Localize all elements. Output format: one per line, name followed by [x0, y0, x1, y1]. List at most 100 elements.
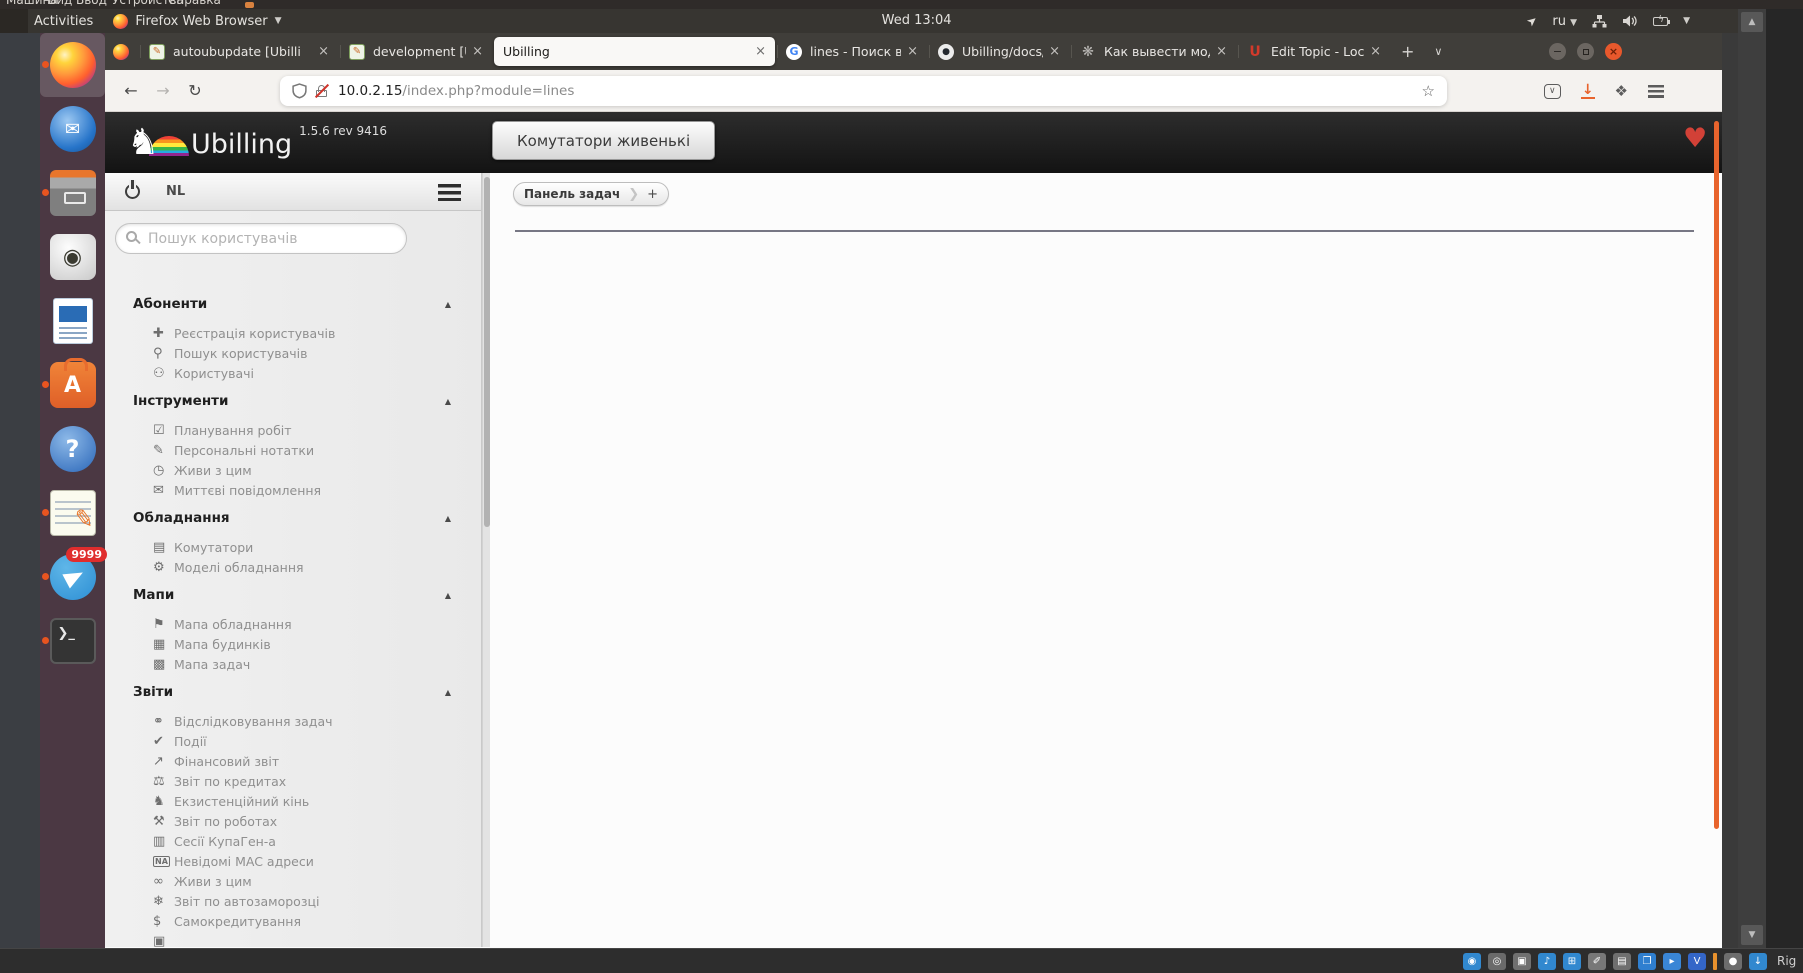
menu-item[interactable]: ↗ Фінансовий звіт — [105, 751, 481, 771]
insecure-lock-icon[interactable] — [314, 83, 330, 99]
terminal-dock-icon[interactable]: ❯_ — [40, 609, 105, 673]
menu-item[interactable]: ⚲ Пошук користувачів — [105, 343, 481, 363]
menu-item-partial[interactable]: ▣ — [105, 931, 481, 948]
scroll-down-icon[interactable]: ▼ — [1741, 925, 1763, 945]
menu-item[interactable]: ♞ Екзистенційний кінь — [105, 791, 481, 811]
firefox-dock-icon[interactable] — [40, 33, 105, 97]
url-bar[interactable]: 10.0.2.15/index.php?module=lines ☆ — [280, 76, 1447, 106]
ubilling-logo[interactable]: ♞ — [127, 120, 189, 166]
file-cabinet-dock-icon[interactable] — [40, 161, 105, 225]
menu-item[interactable]: ▤ Комутатори — [105, 537, 481, 557]
bookmark-star-icon[interactable]: ☆ — [1422, 82, 1435, 100]
tab-close-icon[interactable]: × — [1049, 44, 1060, 59]
tab-6[interactable]: U Edit Topic - Local × — [1238, 37, 1390, 66]
shared-folder-icon[interactable]: ▤ — [1613, 952, 1631, 970]
shield-icon[interactable] — [292, 83, 307, 99]
heart-icon[interactable]: ♥ — [1683, 123, 1707, 154]
menu-item[interactable]: ▩ Мапа задач — [105, 654, 481, 674]
tab-close-icon[interactable]: × — [755, 44, 766, 59]
menu-item[interactable]: ▥ Сесії КупаГен-а — [105, 831, 481, 851]
sidebar-menu-icon[interactable] — [438, 184, 461, 201]
switches-alive-button[interactable]: Комутатори живенькі — [492, 121, 716, 160]
display-icon[interactable]: ❐ — [1638, 952, 1656, 970]
thunderbird-dock-icon[interactable]: ✉ — [40, 97, 105, 161]
section-header-4[interactable]: Звіти ▲ — [105, 684, 481, 702]
logout-power-icon[interactable] — [125, 180, 140, 199]
menu-item[interactable]: ⚇ Користувачі — [105, 363, 481, 383]
close-window-button[interactable]: × — [1605, 43, 1622, 60]
notes-dock-icon[interactable]: ✎ — [40, 481, 105, 545]
harddisk-icon[interactable]: ◉ — [1463, 952, 1481, 970]
menu-item[interactable]: ⚙ Моделі обладнання — [105, 557, 481, 577]
tab-4[interactable]: ● Ubilling/docs/dumps × — [929, 37, 1069, 66]
new-tab-button[interactable]: + — [1391, 42, 1424, 61]
telegram-dock-icon[interactable]: 9999 — [40, 545, 107, 609]
network-icon[interactable]: ⊞ — [1563, 952, 1581, 970]
audio-icon[interactable]: ♪ — [1538, 952, 1556, 970]
menu-item[interactable]: $ Самокредитування — [105, 911, 481, 931]
menu-item[interactable]: ⚑ Мапа обладнання — [105, 614, 481, 634]
mouse-integration-icon[interactable]: ● — [1724, 952, 1742, 970]
tab-2[interactable]: Ubilling × — [494, 37, 775, 66]
extensions-icon[interactable]: ❖ — [1615, 82, 1628, 100]
menu-item[interactable]: ❄ Звіт по автозаморозці — [105, 891, 481, 911]
current-user-label[interactable]: NL — [166, 184, 185, 199]
vbox-features-icon[interactable]: V — [1688, 952, 1706, 970]
vbox-menu-4[interactable]: Справка — [168, 0, 221, 7]
section-header-0[interactable]: Абоненти ▲ — [105, 296, 481, 314]
vbox-menu-1[interactable]: Вид — [48, 0, 72, 7]
tab-close-icon[interactable]: × — [907, 44, 918, 59]
section-header-1[interactable]: Інструменти ▲ — [105, 393, 481, 411]
tab-close-icon[interactable]: × — [318, 44, 329, 59]
add-tab-button[interactable]: + — [647, 187, 658, 202]
menu-item[interactable]: ✉ Миттєві повідомлення — [105, 480, 481, 500]
keyboard-layout-indicator[interactable]: ru ▼ — [1552, 14, 1577, 29]
menu-item[interactable]: ✎ Персональні нотатки — [105, 440, 481, 460]
help-dock-icon[interactable]: ? — [40, 417, 105, 481]
usb-icon[interactable]: ✐ — [1588, 952, 1606, 970]
maximize-button[interactable] — [1577, 43, 1594, 60]
activities-button[interactable]: Activities — [28, 14, 105, 29]
menu-item[interactable]: ∞ Живи з цим — [105, 871, 481, 891]
firefox-view-button[interactable] — [113, 43, 129, 60]
menu-item[interactable]: NA Невідомі MAC адреси — [105, 851, 481, 871]
tab-5[interactable]: ❋ Как вывести модуль × — [1071, 37, 1236, 66]
list-tabs-button[interactable]: ∨ — [1424, 45, 1452, 58]
rhythmbox-dock-icon[interactable]: ◉ — [40, 225, 105, 289]
minimize-button[interactable]: − — [1549, 43, 1566, 60]
tab-0[interactable]: ✎ autoubupdate [Ubilli × — [140, 37, 338, 66]
keyboard-capture-icon[interactable]: ↓ — [1749, 952, 1767, 970]
menu-item[interactable]: ▦ Мапа будинків — [105, 634, 481, 654]
vbox-vertical-scrollbar[interactable]: ▲ ▼ — [1738, 9, 1766, 948]
task-panel-tab[interactable]: Панель задач ❯ + — [513, 182, 670, 206]
menu-item[interactable]: ✔ Події — [105, 731, 481, 751]
app-menu-button[interactable]: Firefox Web Browser ▼ — [105, 13, 289, 29]
sidebar-scrollbar[interactable] — [482, 173, 490, 947]
back-button[interactable]: ← — [115, 81, 147, 100]
user-search-input[interactable] — [115, 223, 407, 254]
clock[interactable]: Wed 13:04 — [882, 13, 952, 28]
vbox-menu-2[interactable]: Ввод — [76, 0, 107, 7]
pocket-icon[interactable]: ∨ — [1543, 83, 1561, 99]
menu-item[interactable]: ◷ Живи з цим — [105, 460, 481, 480]
tab-1[interactable]: ✎ development [Ubillin × — [340, 37, 492, 66]
menu-item[interactable]: ✚ Реєстрація користувачів — [105, 323, 481, 343]
recording-icon[interactable]: ▸ — [1663, 952, 1681, 970]
tab-close-icon[interactable]: × — [1370, 44, 1381, 59]
page-scrollbar-thumb[interactable] — [1714, 121, 1719, 829]
tab-3[interactable]: Glines - Поиск в Googl × — [777, 37, 927, 66]
section-header-2[interactable]: Обладнання ▲ — [105, 510, 481, 528]
tab-close-icon[interactable]: × — [1216, 44, 1227, 59]
floppy-icon[interactable]: ▣ — [1513, 952, 1531, 970]
tab-close-icon[interactable]: × — [472, 44, 483, 59]
downloads-icon[interactable]: ↓ — [1580, 83, 1595, 99]
menu-item[interactable]: ☑ Планування робіт — [105, 420, 481, 440]
software-center-dock-icon[interactable]: A — [40, 353, 105, 417]
menu-item[interactable]: ⚖ Звіт по кредитах — [105, 771, 481, 791]
menu-item[interactable]: ⚒ Звіт по роботах — [105, 811, 481, 831]
cd-icon[interactable]: ◎ — [1488, 952, 1506, 970]
menu-item[interactable]: ⚭ Відслідковування задач — [105, 711, 481, 731]
menu-hamburger-icon[interactable] — [1648, 84, 1664, 98]
scroll-up-icon[interactable]: ▲ — [1741, 12, 1763, 32]
system-menu-chevron-icon[interactable]: ▼ — [1683, 16, 1690, 26]
